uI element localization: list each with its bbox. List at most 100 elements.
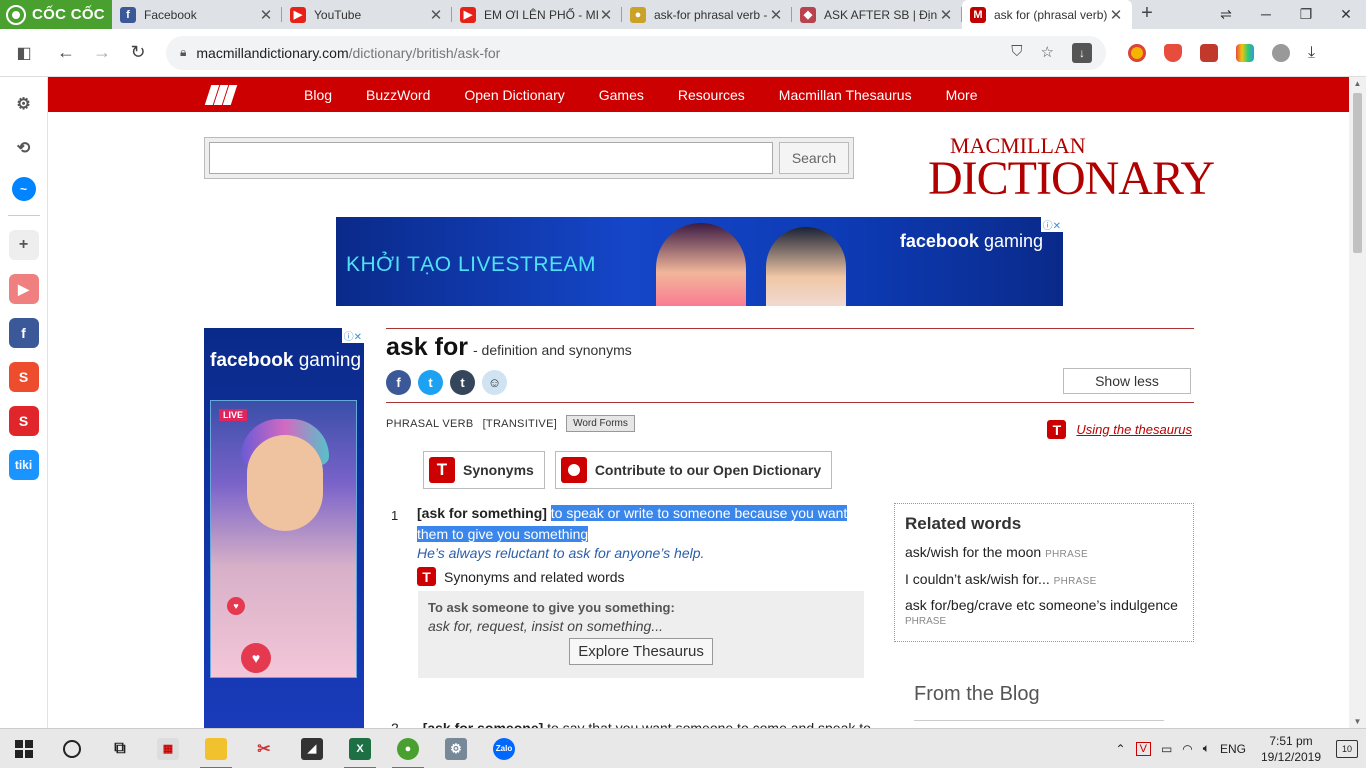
- taskbar-zalo[interactable]: Zalo: [480, 729, 528, 768]
- page-scrollbar[interactable]: ▲ ▼: [1349, 77, 1366, 728]
- profile-avatar[interactable]: [1272, 43, 1290, 62]
- app-icon: ⚙: [445, 737, 467, 760]
- close-tab-icon[interactable]: ✕: [1108, 6, 1124, 24]
- nav-more[interactable]: More: [946, 87, 978, 103]
- close-tab-icon[interactable]: ✕: [938, 6, 954, 24]
- synonyms-related-toggle[interactable]: T Synonyms and related words: [417, 567, 866, 586]
- scroll-thumb[interactable]: [1353, 93, 1362, 253]
- sidebar-toggle-icon[interactable]: ◧: [0, 43, 48, 63]
- chrome-extension-icon[interactable]: [1128, 43, 1146, 62]
- ad-info-close-icon[interactable]: ⓘ✕: [341, 328, 364, 343]
- facebook-share-icon[interactable]: f: [386, 370, 411, 395]
- wifi-icon[interactable]: ◠: [1182, 742, 1192, 756]
- sense-2: 2 [ask for someone] to say that you want…: [391, 720, 871, 728]
- scroll-up-icon[interactable]: ▲: [1349, 79, 1366, 88]
- tab-ask-for-phrasal[interactable]: ● ask-for phrasal verb - ✕: [622, 0, 792, 29]
- banner-ad[interactable]: KHỞI TẠO LIVESTREAM facebook gaming ⓘ✕: [336, 217, 1063, 306]
- close-tab-icon[interactable]: ✕: [598, 6, 614, 24]
- tab-facebook[interactable]: f Facebook ✕: [112, 0, 282, 29]
- tab-cambridge[interactable]: ◆ ASK AFTER SB | Định n ✕: [792, 0, 962, 29]
- taskbar-app-1[interactable]: ▦: [144, 729, 192, 768]
- taskbar-sticky-app[interactable]: ◢: [288, 729, 336, 768]
- reload-button[interactable]: ↻: [120, 42, 156, 63]
- tiki-icon[interactable]: tiki: [8, 450, 39, 480]
- history-icon[interactable]: ⟲: [9, 133, 39, 163]
- sync-extension-icon[interactable]: [1200, 43, 1218, 62]
- unikey-icon[interactable]: V: [1135, 741, 1151, 756]
- tumblr-share-icon[interactable]: t: [450, 370, 475, 395]
- contribute-button[interactable]: Contribute to our Open Dictionary: [554, 451, 833, 489]
- start-button[interactable]: [0, 729, 48, 768]
- twitter-share-icon[interactable]: t: [418, 370, 443, 395]
- tray-expand-icon[interactable]: ⌃: [1116, 742, 1126, 756]
- bookmark-star-icon[interactable]: ☆: [1041, 43, 1054, 63]
- show-less-button[interactable]: Show less: [1063, 368, 1191, 394]
- back-button[interactable]: ←: [48, 42, 84, 63]
- address-bar[interactable]: 🔒︎ macmillandictionary.com/dictionary/br…: [166, 35, 1106, 70]
- nav-blog[interactable]: Blog: [304, 87, 332, 103]
- close-tab-icon[interactable]: ✕: [768, 6, 784, 24]
- settings-gear-icon[interactable]: ⚙: [9, 89, 39, 119]
- battery-icon[interactable]: ▭: [1161, 742, 1172, 756]
- browser-sidebar: ⚙ ⟲ ~ + ▶ f S S tiki: [0, 77, 48, 728]
- thesaurus-words[interactable]: ask for, request, insist on something...: [428, 618, 854, 634]
- youtube-icon[interactable]: ▶: [8, 274, 39, 304]
- grammar-label: [TRANSITIVE]: [482, 417, 558, 430]
- ad-info-close-icon[interactable]: ⓘ✕: [1040, 217, 1063, 232]
- heart-icon: ♥: [227, 597, 245, 615]
- lock-icon[interactable]: 🔒︎: [180, 45, 186, 60]
- related-word-link[interactable]: I couldn’t ask/wish for... PHRASE: [905, 567, 1183, 594]
- add-panel-icon[interactable]: +: [8, 230, 39, 260]
- download-video-icon[interactable]: ↓: [1072, 42, 1092, 63]
- word-forms-button[interactable]: Word Forms: [566, 415, 635, 432]
- close-window-button[interactable]: ✕: [1326, 0, 1366, 29]
- tab-search-icon[interactable]: ⇌: [1206, 0, 1246, 29]
- maximize-button[interactable]: ❐: [1286, 0, 1326, 29]
- close-tab-icon[interactable]: ✕: [258, 6, 274, 24]
- macmillan-dictionary-logo[interactable]: MACMILLAN DICTIONARY: [928, 135, 1215, 203]
- input-language[interactable]: ENG: [1220, 742, 1246, 756]
- explore-thesaurus-button[interactable]: Explore Thesaurus: [569, 638, 713, 665]
- sendo-icon[interactable]: S: [8, 406, 39, 436]
- tab-macmillan[interactable]: M ask for (phrasal verb) ✕: [962, 0, 1132, 29]
- adblock-shield-icon[interactable]: [1164, 43, 1182, 62]
- facebook-icon[interactable]: f: [8, 318, 39, 348]
- taskbar-coccoc[interactable]: ●: [384, 729, 432, 768]
- notification-center-icon[interactable]: 10: [1336, 739, 1358, 758]
- related-word-link[interactable]: ask for/beg/crave etc someone’s indulgen…: [905, 594, 1183, 628]
- taskbar-app-2[interactable]: ⚙: [432, 729, 480, 768]
- shopee-icon[interactable]: S: [8, 362, 39, 392]
- shield-icon[interactable]: ⛉: [1011, 43, 1022, 63]
- new-tab-button[interactable]: +: [1132, 0, 1162, 29]
- scroll-down-icon[interactable]: ▼: [1349, 717, 1366, 726]
- synonyms-button[interactable]: T Synonyms: [423, 451, 545, 489]
- downloads-icon[interactable]: ⤓: [1308, 44, 1315, 62]
- side-ad[interactable]: ⓘ✕ facebook gaming LIVE ♥ ♥: [204, 328, 364, 728]
- nav-buzzword[interactable]: BuzzWord: [366, 87, 430, 103]
- close-tab-icon[interactable]: ✕: [428, 6, 444, 24]
- forward-button[interactable]: →: [84, 42, 120, 63]
- minimize-button[interactable]: ─: [1246, 0, 1286, 29]
- search-input[interactable]: [209, 142, 773, 174]
- messenger-icon[interactable]: ~: [11, 177, 36, 201]
- search-button[interactable]: [48, 729, 96, 768]
- nav-open-dictionary[interactable]: Open Dictionary: [464, 87, 564, 103]
- color-extension-icon[interactable]: [1236, 43, 1254, 62]
- task-view-button[interactable]: ⧉: [96, 729, 144, 768]
- nav-thesaurus[interactable]: Macmillan Thesaurus: [779, 87, 912, 103]
- volume-icon[interactable]: 🔈︎: [1203, 741, 1210, 756]
- macmillan-nav-logo-icon[interactable]: [204, 84, 238, 105]
- tab-youtube[interactable]: ▶ YouTube ✕: [282, 0, 452, 29]
- clock[interactable]: 7:51 pm 19/12/2019: [1256, 733, 1326, 765]
- taskbar-file-explorer[interactable]: [192, 729, 240, 768]
- nav-resources[interactable]: Resources: [678, 87, 745, 103]
- taskbar-excel[interactable]: X: [336, 729, 384, 768]
- related-word-link[interactable]: ask/wish for the moon PHRASE: [905, 540, 1183, 567]
- reddit-share-icon[interactable]: ☺: [482, 370, 507, 395]
- using-thesaurus-link[interactable]: T Using the thesaurus: [1047, 420, 1192, 439]
- tab-youtube-music[interactable]: ▶ EM ƠI LÊN PHỐ - MIN ✕: [452, 0, 622, 29]
- coccoc-menu-button[interactable]: CỐC CỐC: [0, 0, 112, 29]
- search-button[interactable]: Search: [779, 142, 849, 174]
- nav-games[interactable]: Games: [599, 87, 644, 103]
- taskbar-snipping-tool[interactable]: ✂: [240, 729, 288, 768]
